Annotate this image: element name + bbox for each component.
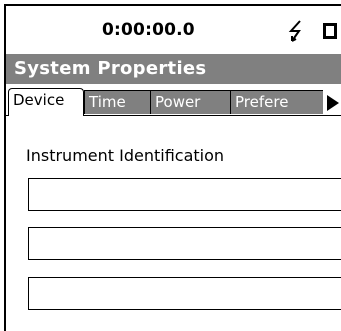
tab-time[interactable]: Time [84, 90, 150, 114]
tab-power[interactable]: Power [150, 90, 230, 114]
elapsed-time-clock: 0:00:00.0 [102, 20, 195, 40]
instrument-identification-label: Instrument Identification [26, 146, 225, 165]
tab-strip: Device Time Power Prefere [6, 86, 341, 116]
tab-preferences[interactable]: Prefere [230, 90, 323, 114]
identification-field-3[interactable] [28, 277, 341, 310]
window-title: System Properties [6, 54, 341, 84]
battery-icon [323, 23, 337, 39]
tab-scroll-right-icon[interactable] [323, 92, 341, 114]
tab-device[interactable]: Device [8, 88, 84, 116]
identification-field-2[interactable] [28, 227, 341, 260]
identification-field-1[interactable] [28, 178, 341, 211]
device-screen: 0:00:00.0 System Properties Device Time … [4, 4, 341, 331]
lightning-bolt-icon [288, 20, 301, 42]
status-bar: 0:00:00.0 [6, 6, 341, 54]
